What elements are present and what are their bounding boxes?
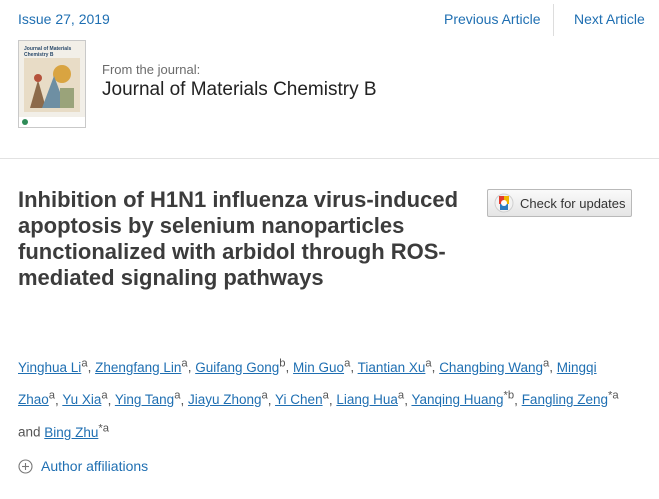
author-affiliations-toggle[interactable]: Author affiliations: [18, 458, 148, 474]
author-affiliation-marker: *a: [98, 422, 109, 434]
next-article-link[interactable]: Next Article: [574, 11, 645, 27]
author-item: Bing Zhu*a: [44, 422, 109, 440]
author-link[interactable]: Jiayu Zhong: [188, 392, 262, 407]
previous-article-link[interactable]: Previous Article: [444, 11, 540, 27]
issue-label[interactable]: Issue 27, 2019: [18, 11, 110, 27]
author-affiliation-marker: a: [181, 357, 188, 369]
author-item: Min Guoa: [293, 357, 351, 375]
author-link[interactable]: Yinghua Li: [18, 360, 81, 375]
section-divider: [0, 158, 659, 159]
author-item: Ying Tanga: [115, 389, 181, 408]
author-link[interactable]: Min Guo: [293, 360, 344, 375]
cover-illustration: [24, 58, 80, 112]
author-affiliation-marker: a: [48, 389, 56, 402]
author-item: Yinghua Lia: [18, 357, 88, 375]
from-journal-label: From the journal:: [102, 62, 201, 77]
author-affiliation-marker: a: [101, 389, 108, 402]
author-affiliation-marker: a: [174, 389, 181, 402]
author-item: Zhengfang Lina: [95, 357, 188, 375]
author-item: Tiantian Xua: [358, 357, 432, 375]
author-item: Yu Xiaa: [62, 389, 108, 408]
author-list: Yinghua Lia, Zhengfang Lina, Guifang Gon…: [18, 357, 619, 440]
author-item: Liang Huaa: [336, 389, 405, 408]
author-item: Yanqing Huang*b: [411, 389, 515, 408]
author-item: Guifang Gongb: [195, 357, 286, 375]
author-affiliation-marker: a: [397, 389, 405, 402]
author-item: Fangling Zeng*a: [522, 389, 619, 408]
cover-title: Journal of Materials Chemistry B: [24, 46, 72, 58]
author-affiliation-marker: a: [261, 389, 268, 402]
author-link[interactable]: Guifang Gong: [195, 360, 279, 375]
author-affiliation-marker: a: [344, 357, 351, 369]
author-link[interactable]: Yi Chen: [275, 392, 323, 407]
rsc-logo-icon: [22, 119, 28, 125]
author-link[interactable]: Ying Tang: [115, 392, 174, 407]
cover-footer: [19, 117, 85, 127]
author-link[interactable]: Zhengfang Lin: [95, 360, 181, 375]
author-affiliation-marker: *b: [503, 389, 515, 402]
author-affiliation-marker: a: [543, 357, 550, 369]
journal-name-link[interactable]: Journal of Materials Chemistry B: [102, 79, 377, 101]
article-title: Inhibition of H1N1 influenza virus-induc…: [18, 187, 459, 290]
author-link[interactable]: Tiantian Xu: [358, 360, 426, 375]
author-item: Jiayu Zhonga: [188, 389, 268, 408]
author-affiliation-marker: a: [81, 357, 88, 369]
check-for-updates-label: Check for updates: [520, 195, 626, 211]
journal-cover[interactable]: Journal of Materials Chemistry B: [18, 40, 86, 128]
nav-divider: [553, 4, 554, 36]
author-link[interactable]: Liang Hua: [336, 392, 398, 407]
author-item: Changbing Wanga: [439, 357, 550, 375]
author-link[interactable]: Fangling Zeng: [522, 392, 608, 407]
plus-circle-icon: [18, 458, 33, 474]
author-affiliations-label: Author affiliations: [41, 458, 149, 474]
author-link[interactable]: Yanqing Huang: [411, 392, 503, 407]
author-link[interactable]: Yu Xia: [62, 392, 101, 407]
author-link[interactable]: Changbing Wang: [439, 360, 543, 375]
author-affiliation-marker: a: [322, 389, 329, 402]
crossmark-icon: [494, 193, 514, 213]
author-affiliation-marker: a: [425, 357, 432, 369]
author-affiliation-marker: *a: [608, 389, 619, 402]
author-and-conjunction: and: [18, 424, 41, 440]
author-link[interactable]: Bing Zhu: [44, 425, 98, 440]
author-affiliation-marker: b: [279, 357, 286, 369]
check-for-updates-button[interactable]: Check for updates: [487, 189, 632, 217]
author-item: Yi Chena: [275, 389, 329, 408]
